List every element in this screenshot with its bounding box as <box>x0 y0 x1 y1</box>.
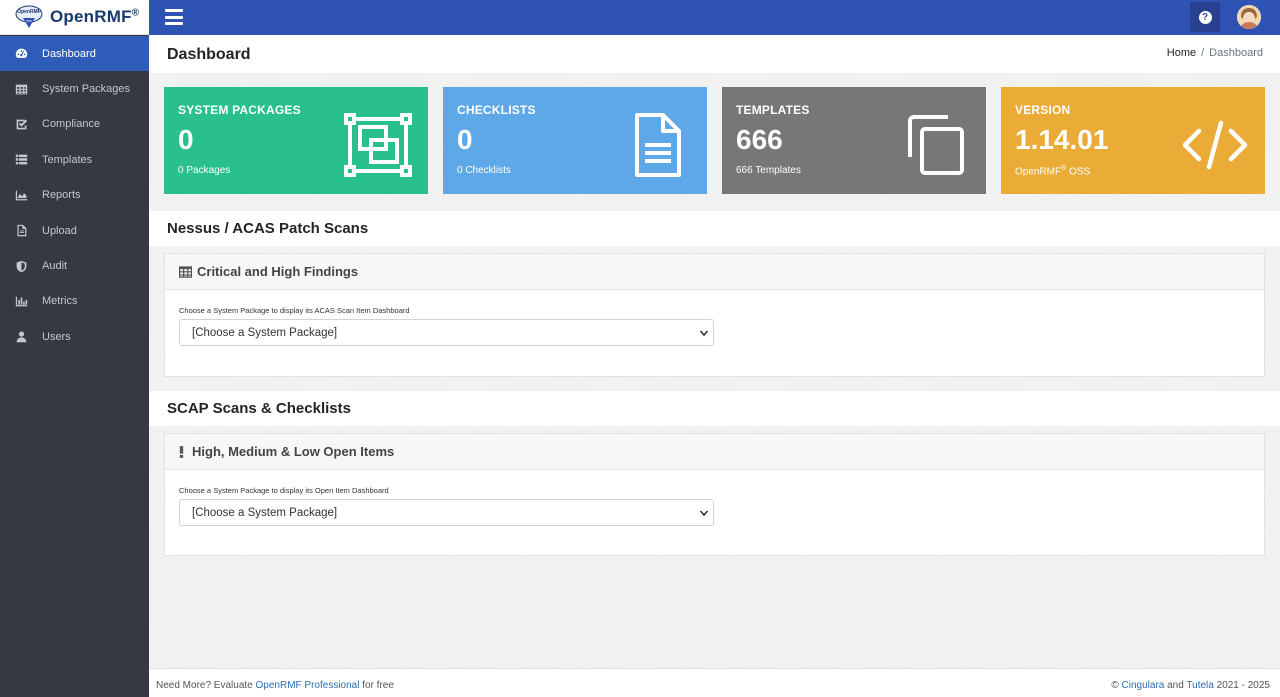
chevron-down-icon <box>699 510 709 517</box>
system-package-select[interactable]: [Choose a System Package] <box>179 499 714 526</box>
help-button[interactable]: ? <box>1190 2 1220 32</box>
card-body: Choose a System Package to display its O… <box>165 470 1264 542</box>
breadcrumb-current: Dashboard <box>1209 47 1263 59</box>
open-items-card: High, Medium & Low Open Items Choose a S… <box>164 433 1265 556</box>
card-header: High, Medium & Low Open Items <box>165 434 1264 470</box>
footer-right: © Cingulara and Tutela 2021 - 2025 <box>1111 680 1270 691</box>
select-value: [Choose a System Package] <box>192 506 338 519</box>
card-title: High, Medium & Low Open Items <box>192 444 395 459</box>
exclamation-icon <box>179 445 187 458</box>
checklists-box[interactable]: CHECKLISTS 0 0 Checklists <box>443 87 707 194</box>
sidebar-item-label: Audit <box>42 260 68 273</box>
area-chart-icon <box>14 188 28 202</box>
sidebar-item-label: Upload <box>42 224 77 237</box>
system-package-select[interactable]: [Choose a System Package] <box>179 319 714 346</box>
sidebar-item-reports[interactable]: Reports <box>0 178 149 213</box>
sidebar-item-metrics[interactable]: Metrics <box>0 284 149 319</box>
sidebar-item-label: Dashboard <box>42 47 96 60</box>
sidebar-item-upload[interactable]: Upload <box>0 213 149 248</box>
file-icon <box>14 224 28 238</box>
file-text-icon <box>623 113 691 177</box>
avatar[interactable] <box>1237 5 1261 29</box>
sidebar-item-dashboard[interactable]: Dashboard <box>0 36 149 72</box>
object-group-icon <box>344 113 412 177</box>
sidebar-item-compliance[interactable]: Compliance <box>0 107 149 142</box>
footer: Need More? Evaluate OpenRMF Professional… <box>149 668 1280 697</box>
scap-section-header: SCAP Scans & Checklists <box>149 391 1280 426</box>
sidebar-item-templates[interactable]: Templates <box>0 142 149 177</box>
brand-name: OpenRMF® <box>50 7 140 26</box>
page-title: Dashboard <box>167 46 251 63</box>
sidebar-item-label: Metrics <box>42 295 78 308</box>
openrmf-professional-link[interactable]: OpenRMF Professional <box>256 680 360 691</box>
select-value: [Choose a System Package] <box>192 326 338 339</box>
sidebar-nav: Dashboard System Packages Compliance Tem… <box>0 36 149 355</box>
user-icon <box>14 330 28 344</box>
system-packages-box[interactable]: SYSTEM PACKAGES 0 0 Packages <box>164 87 428 194</box>
footer-left: Need More? Evaluate OpenRMF Professional… <box>156 680 394 691</box>
critical-high-findings-card: Critical and High Findings Choose a Syst… <box>164 253 1265 377</box>
select-label: Choose a System Package to display its A… <box>179 306 410 315</box>
card-title: Critical and High Findings <box>197 264 359 279</box>
tachometer-icon <box>14 47 28 61</box>
shield-icon <box>14 259 28 273</box>
tutela-link[interactable]: Tutela <box>1186 680 1213 691</box>
breadcrumb-home[interactable]: Home <box>1167 47 1196 59</box>
top-navbar: ? <box>149 0 1280 35</box>
table-icon <box>14 82 28 96</box>
menu-toggle-icon[interactable] <box>165 9 183 25</box>
openrmf-logo-icon: OpenRMF OSS <box>15 5 43 28</box>
sidebar-item-label: Compliance <box>42 118 101 131</box>
svg-text:OSS: OSS <box>26 19 32 23</box>
main-content: Dashboard Home / Dashboard SYSTEM PACKAGES… <box>149 35 1280 668</box>
content-header: Dashboard Home / Dashboard <box>149 35 1280 73</box>
sidebar-item-label: Reports <box>42 189 81 202</box>
sidebar-item-audit[interactable]: Audit <box>0 248 149 283</box>
card-body: Choose a System Package to display its A… <box>165 290 1264 362</box>
sidebar-item-users[interactable]: Users <box>0 319 149 354</box>
breadcrumb-separator: / <box>1201 47 1205 59</box>
nessus-section-header: Nessus / ACAS Patch Scans <box>149 211 1280 246</box>
sidebar-item-label: Templates <box>42 153 93 166</box>
sidebar-item-system-packages[interactable]: System Packages <box>0 71 149 106</box>
check-square-icon <box>14 117 28 131</box>
info-boxes: SYSTEM PACKAGES 0 0 Packages CHECKLISTS … <box>164 87 1265 194</box>
copy-icon <box>902 113 970 177</box>
cingulara-link[interactable]: Cingulara <box>1122 680 1165 691</box>
code-icon <box>1181 113 1249 177</box>
section-title: Nessus / ACAS Patch Scans <box>167 220 369 237</box>
sidebar-item-label: System Packages <box>42 83 131 96</box>
section-title: SCAP Scans & Checklists <box>167 400 351 417</box>
select-label: Choose a System Package to display its O… <box>179 486 389 495</box>
version-box[interactable]: VERSION 1.14.01 OpenRMF® OSS <box>1001 87 1265 194</box>
sidebar: OpenRMF OSS OpenRMF® Dashboard System Pa… <box>0 0 149 697</box>
question-icon: ? <box>1198 10 1212 24</box>
breadcrumb: Home / Dashboard <box>1167 47 1263 59</box>
table-icon <box>179 265 192 278</box>
bar-chart-icon <box>14 294 28 308</box>
templates-box[interactable]: TEMPLATES 666 666 Templates <box>722 87 986 194</box>
brand[interactable]: OpenRMF OSS OpenRMF® <box>0 0 149 35</box>
svg-text:OpenRMF: OpenRMF <box>17 9 41 15</box>
card-header: Critical and High Findings <box>165 254 1264 290</box>
sidebar-item-label: Users <box>42 330 71 343</box>
chevron-down-icon <box>699 330 709 337</box>
list-icon <box>14 153 28 167</box>
